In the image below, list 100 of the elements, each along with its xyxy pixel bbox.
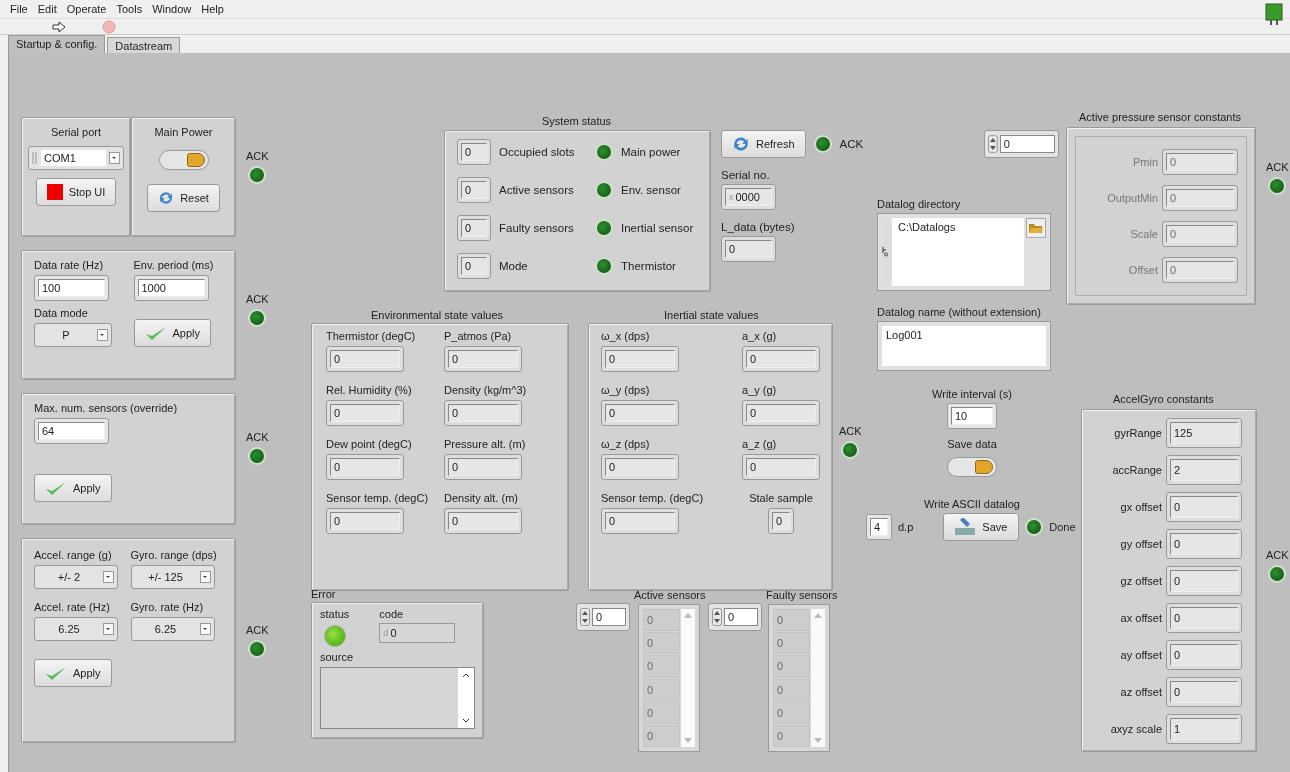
indicator-label: ω_x (dps) [601, 330, 650, 342]
number-display: 0 [721, 236, 776, 262]
control-label: Accel. rate (Hz) [34, 601, 110, 613]
stop-icon[interactable] [102, 19, 116, 34]
menu-item[interactable]: Help [201, 3, 224, 15]
number-display: 0 [457, 253, 491, 279]
toggle-switch[interactable] [947, 457, 997, 477]
index-spinner[interactable]: 0 [576, 603, 630, 631]
array-element: 0 [643, 609, 680, 632]
number-display: 0 [1166, 603, 1242, 633]
reset-button[interactable]: Reset [147, 184, 220, 212]
number-field[interactable]: 4 [866, 514, 892, 540]
indicator-label: Faulty sensors [499, 222, 574, 234]
number-display: 0 [1166, 492, 1242, 522]
number-field[interactable]: 64 [34, 418, 109, 444]
indicator-label: code [379, 608, 405, 620]
dropdown[interactable]: +/- 2 [34, 565, 118, 589]
number-display: 0 [326, 400, 404, 426]
save-button[interactable]: Save [943, 513, 1020, 541]
indicator-label: axyz scale [1110, 723, 1162, 735]
indicator-label: L_data (bytes) [721, 221, 795, 233]
run-arrow-icon[interactable] [52, 20, 66, 33]
number-display: 0 [457, 177, 491, 203]
number-display: 0 [742, 346, 820, 372]
dropdown[interactable]: 6.25 [34, 617, 118, 641]
array-element: 0 [643, 724, 680, 748]
number-display: 2 [1166, 455, 1242, 485]
radix-label: x [729, 192, 734, 202]
number-field[interactable]: 10 [947, 403, 997, 429]
control-label: Gyro. range (dps) [130, 549, 217, 561]
cluster-title: Environmental state values [371, 309, 504, 321]
number-display: 0 [1166, 640, 1242, 670]
indicator-label: gz offset [1120, 575, 1162, 587]
toggle-switch[interactable] [158, 150, 209, 170]
array-element: 0 [773, 724, 810, 748]
browse-button[interactable] [1026, 218, 1046, 238]
ack-label: ACK [839, 425, 862, 437]
indicator-label: Main power [621, 146, 681, 158]
control-label: Offset [1128, 264, 1158, 276]
path-field[interactable]: C:\Datalogs [877, 213, 1051, 291]
number-display: 0 [444, 346, 522, 372]
dropdown[interactable]: 6.25 [130, 617, 215, 641]
apply-button[interactable]: Apply [34, 659, 112, 687]
number-display: 0 [742, 454, 820, 480]
number-display: 0 [601, 346, 679, 372]
array-element: 0 [773, 609, 810, 632]
indicator-label: ay offset [1120, 649, 1162, 661]
ack-label: ACK [1266, 161, 1289, 173]
indicator-label: Rel. Humidity (%) [326, 384, 412, 396]
array-element: 0 [773, 678, 810, 701]
indicator-label: Density (kg/m^3) [444, 384, 527, 396]
number-display: 0 [444, 400, 522, 426]
stop-button[interactable]: Stop UI [35, 178, 117, 206]
menu-item[interactable]: Edit [37, 3, 57, 15]
control-label: Datalog name (without extension) [877, 306, 1041, 318]
apply-button[interactable]: Apply [133, 319, 212, 347]
refresh-icon [158, 190, 175, 206]
indicator-label: Density alt. (m) [444, 492, 518, 504]
indicator-label: status [320, 608, 350, 620]
array-element: 0 [773, 655, 810, 678]
ack-label: ACK [246, 624, 269, 636]
spin-arrows-icon [988, 135, 998, 153]
array-element: 0 [643, 701, 680, 724]
control-label: Write interval (s) [932, 388, 1012, 400]
indicator-label: source [320, 651, 355, 663]
index-spinner[interactable]: 0 [708, 603, 762, 631]
number-display: 0 [742, 400, 820, 426]
indicator-label: accRange [1112, 464, 1162, 476]
dropdown[interactable]: +/- 125 [130, 565, 215, 589]
indicator-label: Stale sample [749, 492, 813, 504]
menu-item[interactable]: Operate [66, 3, 107, 15]
indicator-label: gyrRange [1114, 427, 1162, 439]
folder-icon [1029, 222, 1043, 234]
indicator-label: az offset [1120, 686, 1162, 698]
scrollbar[interactable] [458, 668, 474, 728]
control-label: Scale [1130, 228, 1158, 240]
number-display: 0 [768, 508, 794, 534]
serial-port-dropdown[interactable]: COM1 [28, 146, 124, 170]
text-field[interactable]: Log001 [877, 321, 1051, 371]
control-label: Main Power [154, 126, 213, 138]
refresh-button[interactable]: Refresh [721, 130, 806, 158]
control-label: Env. period (ms) [133, 259, 214, 271]
indicator-label: Active sensors [499, 184, 574, 196]
indicator-label: Done [1049, 521, 1076, 533]
array-element: 0 [643, 678, 680, 701]
control-label: Datalog directory [877, 198, 961, 210]
scroll-down-icon[interactable] [462, 718, 470, 724]
scroll-up-icon[interactable] [462, 672, 470, 678]
indicator-label: a_x (g) [742, 330, 777, 342]
number-field[interactable]: 100 [34, 275, 109, 301]
dropdown[interactable]: P [34, 323, 112, 347]
apply-button[interactable]: Apply [34, 474, 112, 502]
number-field[interactable]: 1000 [133, 275, 209, 301]
indicator-label: Pressure alt. (m) [444, 438, 526, 450]
number-display: 125 [1166, 418, 1242, 448]
control-label: Data rate (Hz) [34, 259, 104, 271]
menu-item[interactable]: Window [152, 3, 192, 15]
menu-item[interactable]: Tools [116, 3, 143, 15]
control-label: Serial port [50, 126, 102, 138]
menu-item[interactable]: File [10, 3, 28, 15]
